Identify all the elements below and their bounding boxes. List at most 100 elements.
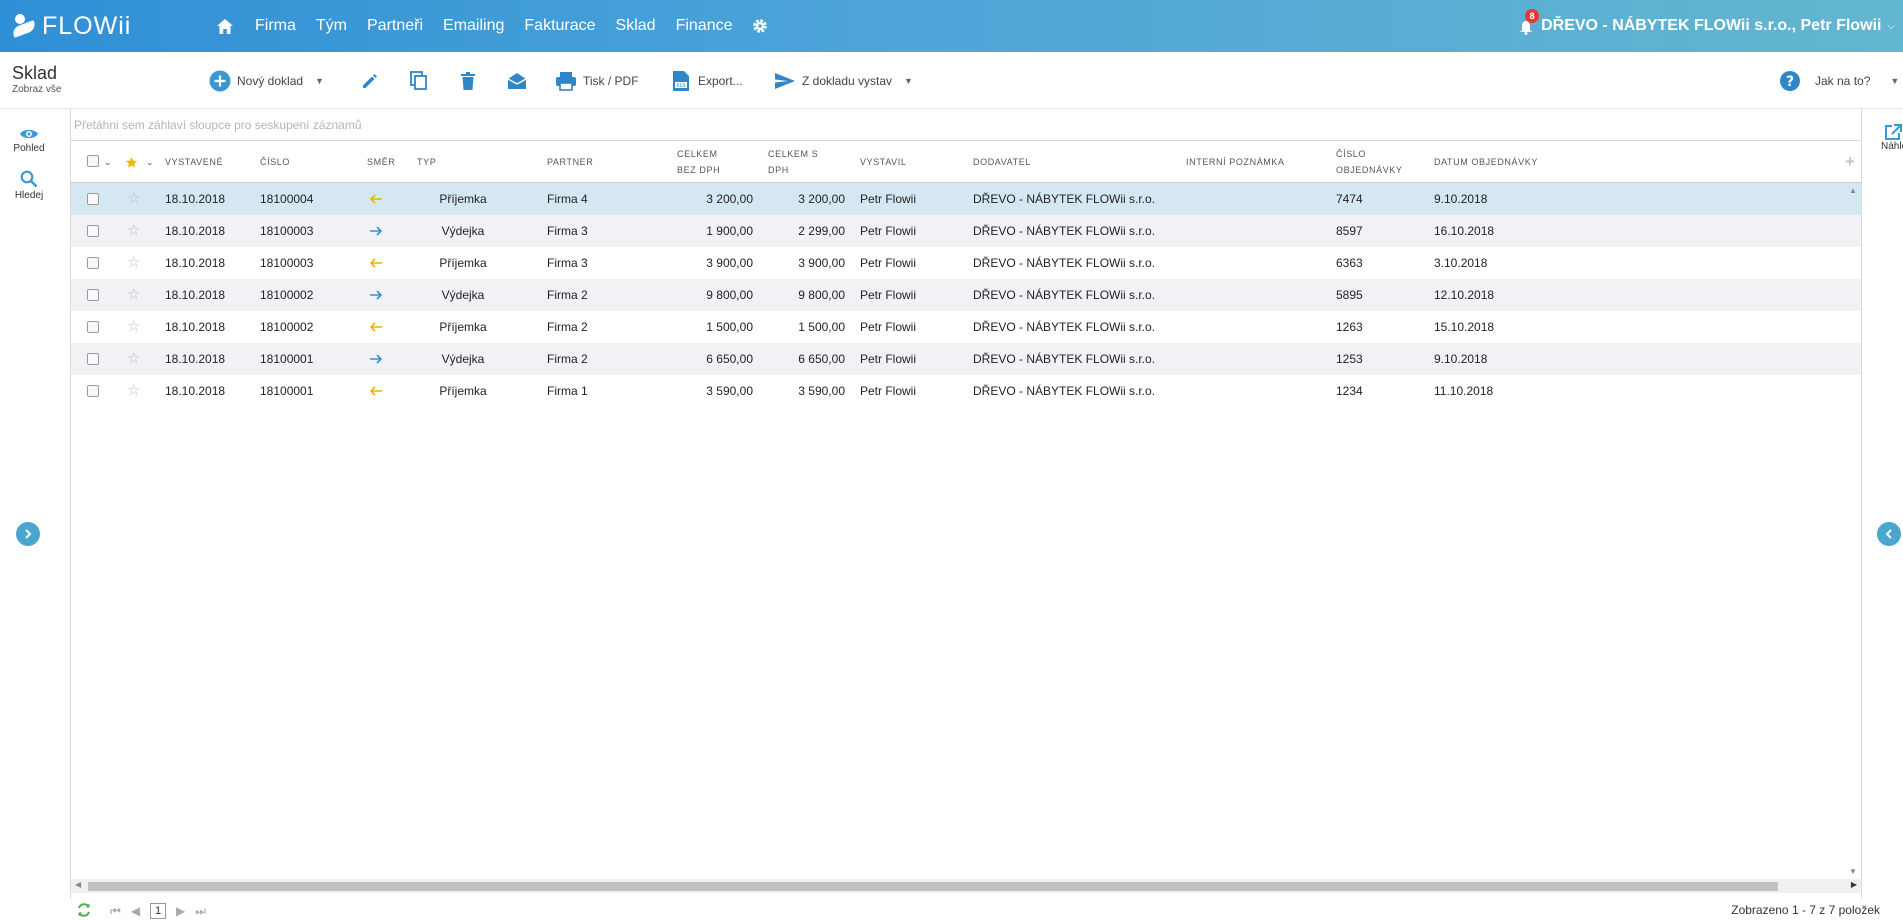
table-row[interactable]: ☆ 18.10.2018 18100003 Výdejka Firma 3 1 … (71, 215, 1861, 247)
home-icon[interactable] (205, 0, 245, 52)
cell-cislo: 18100002 (260, 288, 314, 302)
table-row[interactable]: ☆ 18.10.2018 18100002 Výdejka Firma 2 9 … (71, 279, 1861, 311)
scroll-left-arrow-icon[interactable]: ◀ (75, 880, 81, 889)
chevron-down-icon[interactable]: ▼ (315, 76, 324, 86)
add-column-plus-icon[interactable]: + (1845, 141, 1856, 183)
row-checkbox[interactable] (87, 353, 99, 365)
scroll-right-arrow-icon[interactable]: ▶ (1851, 880, 1857, 889)
page-subtitle-filter[interactable]: Zobraz vše (12, 84, 61, 95)
table-row[interactable]: ☆ 18.10.2018 18100003 Příjemka Firma 3 3… (71, 247, 1861, 279)
nav-item-tym[interactable]: Tým (306, 0, 357, 52)
row-checkbox[interactable] (87, 321, 99, 333)
table-row[interactable]: ☆ 18.10.2018 18100004 Příjemka Firma 4 3… (71, 183, 1861, 215)
favorite-menu-chevron-down-icon[interactable]: ⌄ (146, 141, 154, 183)
favorite-star-icon[interactable]: ☆ (127, 311, 140, 343)
new-document-button[interactable]: Nový doklad ▼ (209, 52, 324, 109)
refresh-icon[interactable] (76, 902, 92, 921)
column-header-smer[interactable]: Směr (367, 141, 395, 183)
favorite-star-header-icon[interactable] (125, 141, 138, 183)
table-row[interactable]: ☆ 18.10.2018 18100002 Příjemka Firma 2 1… (71, 311, 1861, 343)
flowii-logo[interactable]: FLOWii (11, 11, 132, 40)
column-header-typ[interactable]: Typ (417, 141, 436, 183)
search-button[interactable]: Hledej (4, 170, 54, 201)
chevron-down-icon[interactable]: ▼ (1890, 76, 1899, 86)
column-header-partner[interactable]: Partner (547, 141, 593, 183)
nav-item-fakturace[interactable]: Fakturace (514, 0, 605, 52)
column-header-cislo[interactable]: Číslo (260, 141, 290, 183)
nav-item-emailing[interactable]: Emailing (433, 0, 514, 52)
first-page-icon[interactable]: ⏮ (110, 904, 121, 919)
previous-page-icon[interactable]: ◀ (131, 904, 140, 918)
pager-summary: Zobrazeno 1 - 7 z 7 položek (1731, 903, 1880, 917)
column-header-celkem-s-dph[interactable]: Celkem s DPH (768, 141, 818, 183)
page-title-block: Sklad Zobraz vše (12, 63, 61, 95)
favorite-star-icon[interactable]: ☆ (127, 215, 140, 247)
cell-cislo-objednavky: 8597 (1336, 224, 1363, 238)
header-line: objednávky (1336, 165, 1403, 175)
row-checkbox[interactable] (87, 257, 99, 269)
delete-button[interactable] (457, 52, 479, 109)
next-page-icon[interactable]: ▶ (176, 904, 185, 918)
cell-typ: Výdejka (441, 352, 485, 366)
cell-vystavene: 18.10.2018 (165, 288, 226, 302)
scroll-up-arrow-icon[interactable]: ▲ (1849, 186, 1857, 195)
current-page-number[interactable]: 1 (150, 903, 167, 919)
table-row[interactable]: ☆ 18.10.2018 18100001 Příjemka Firma 1 3… (71, 375, 1861, 407)
column-header-interni-poznamka[interactable]: Interní poznámka (1186, 141, 1285, 183)
notifications-count-badge: 8 (1525, 9, 1540, 23)
favorite-star-icon[interactable]: ☆ (127, 279, 140, 311)
nav-item-partneri[interactable]: Partneři (357, 0, 433, 52)
favorite-star-icon[interactable]: ☆ (127, 343, 140, 375)
notifications-bell-icon[interactable]: 8 (1519, 9, 1540, 35)
select-all-checkbox[interactable] (87, 155, 99, 167)
column-header-celkem-bez-dph[interactable]: Celkem bez DPH (677, 141, 720, 183)
cell-cislo: 18100001 (260, 352, 314, 366)
chevron-down-icon: ⌵ (1887, 20, 1895, 32)
row-checkbox[interactable] (87, 289, 99, 301)
favorite-star-icon[interactable]: ☆ (127, 183, 140, 215)
column-header-datum-objednavky[interactable]: Datum objednávky (1434, 141, 1538, 183)
column-header-vystavil[interactable]: Vystavil (860, 141, 906, 183)
column-header-cislo-objednavky[interactable]: Číslo objednávky (1336, 141, 1403, 183)
copy-button[interactable] (408, 52, 430, 109)
cell-vystavil: Petr Flowii (860, 352, 917, 366)
horizontal-scroll-thumb[interactable] (88, 882, 1778, 891)
cell-cislo-objednavky: 1234 (1336, 384, 1363, 398)
favorite-star-icon[interactable]: ☆ (127, 375, 140, 407)
help-button[interactable]: ? Jak na to? ▼ (1779, 52, 1899, 109)
nav-item-firma[interactable]: Firma (245, 0, 306, 52)
nav-item-sklad[interactable]: Sklad (606, 0, 666, 52)
expand-right-panel-chevron-left-icon[interactable] (1877, 522, 1901, 546)
preview-button[interactable]: Náhled (1881, 123, 1903, 152)
edit-button[interactable] (359, 52, 381, 109)
email-button[interactable] (506, 52, 528, 109)
row-checkbox[interactable] (87, 385, 99, 397)
print-pdf-button[interactable]: Tisk / PDF (555, 52, 639, 109)
chevron-down-icon[interactable]: ▼ (904, 76, 913, 86)
cell-dodavatel: DŘEVO - NÁBYTEK FLOWii s.r.o. (973, 192, 1156, 206)
column-header-dodavatel[interactable]: Dodavatel (973, 141, 1031, 183)
nav-item-finance[interactable]: Finance (666, 0, 743, 52)
external-link-icon (1885, 124, 1902, 140)
cell-celkem-s-dph: 3 200,00 (798, 192, 845, 206)
arrow-left-icon (369, 184, 383, 216)
group-by-drop-zone[interactable]: Přetáhni sem záhlaví sloupce pro seskupe… (70, 109, 1861, 141)
issue-from-document-button[interactable]: Z dokladu vystav ▼ (774, 52, 913, 109)
select-menu-chevron-down-icon[interactable]: ⌄ (104, 141, 112, 183)
row-checkbox[interactable] (87, 193, 99, 205)
printer-icon (555, 70, 577, 92)
scroll-down-arrow-icon[interactable]: ▼ (1849, 867, 1857, 876)
expand-left-panel-chevron-right-icon[interactable] (16, 522, 40, 546)
horizontal-scrollbar[interactable]: ◀ ▶ (71, 879, 1861, 893)
settings-gear-icon[interactable] (742, 0, 778, 52)
company-user-menu[interactable]: 8 DŘEVO - NÁBYTEK FLOWii s.r.o., Petr Fl… (1519, 0, 1895, 52)
vertical-scrollbar[interactable]: ▲ ▼ (1845, 183, 1861, 879)
favorite-star-icon[interactable]: ☆ (127, 247, 140, 279)
view-button[interactable]: Pohled (4, 127, 54, 154)
logo-text: FLOWii (42, 11, 132, 40)
last-page-icon[interactable]: ⏭ (195, 904, 206, 919)
column-header-vystavene[interactable]: Vystavené (165, 141, 223, 183)
row-checkbox[interactable] (87, 225, 99, 237)
table-row[interactable]: ☆ 18.10.2018 18100001 Výdejka Firma 2 6 … (71, 343, 1861, 375)
export-button[interactable]: XLS Export... (670, 52, 743, 109)
